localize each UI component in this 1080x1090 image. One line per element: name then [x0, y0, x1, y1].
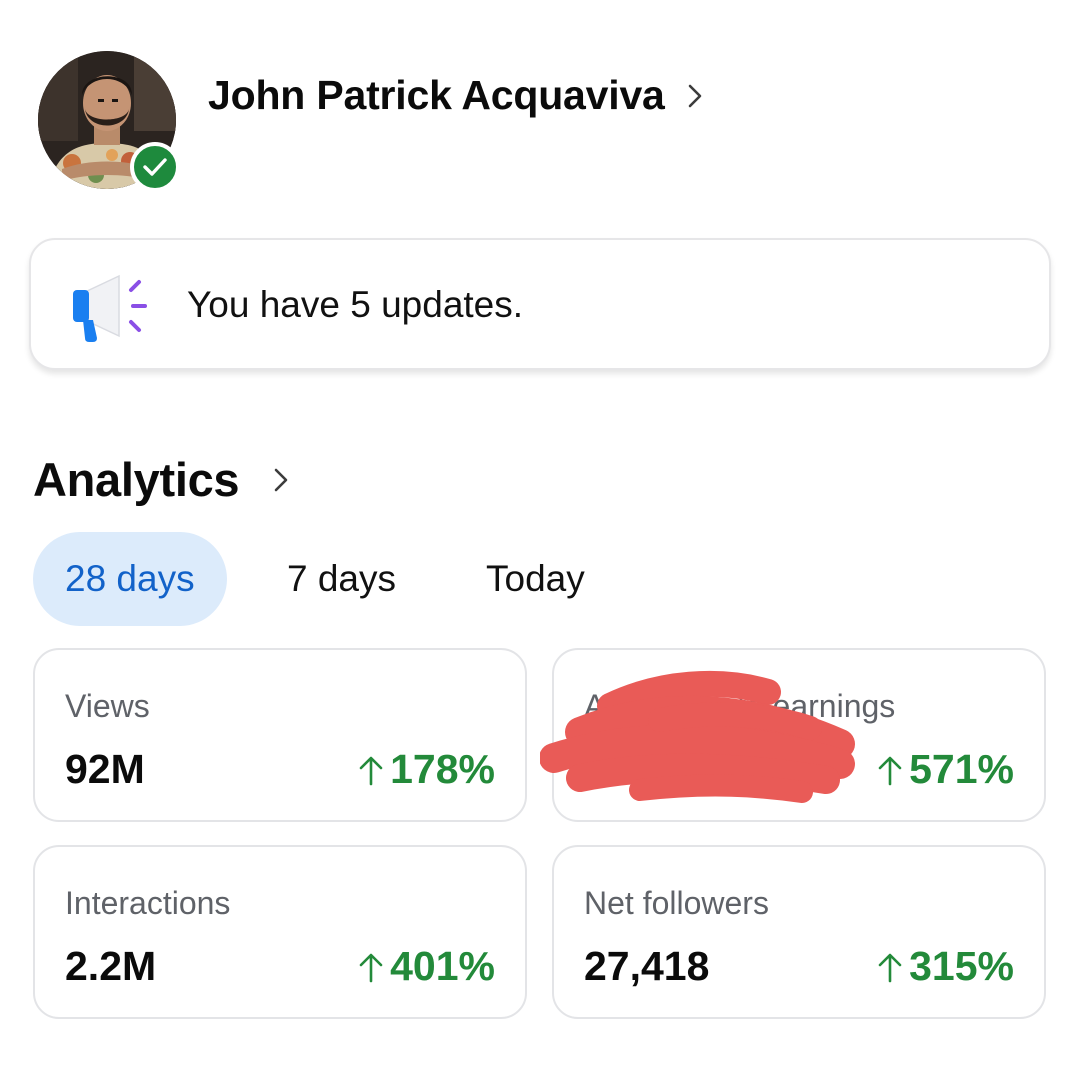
stat-card-interactions[interactable]: Interactions 2.2M 401% [33, 845, 527, 1019]
avatar[interactable] [38, 51, 180, 192]
megaphone-icon [73, 274, 147, 342]
stat-label: Views [65, 688, 150, 724]
stat-change: 315% [877, 943, 1014, 990]
stat-change-value: 178% [390, 746, 495, 792]
arrow-up-icon [359, 756, 383, 785]
stat-card-views[interactable]: Views 92M 178% [33, 648, 527, 822]
updates-text: You have 5 updates. [187, 284, 524, 325]
stat-change-value: 571% [909, 746, 1014, 792]
updates-card[interactable]: You have 5 updates. [29, 238, 1051, 370]
check-icon [143, 158, 167, 176]
stat-change-value: 401% [390, 943, 495, 989]
arrow-up-icon [878, 953, 902, 982]
profile-header: John Patrick Acquaviva [38, 50, 1048, 192]
stat-change: 178% [358, 746, 495, 793]
analytics-title: Analytics [33, 453, 240, 506]
stat-value: 2.2M [65, 943, 157, 989]
stat-value: 27,418 [584, 943, 710, 989]
stat-value: 92M [65, 746, 145, 792]
chevron-right-icon [274, 468, 288, 491]
tab-28-days[interactable]: 28 days [33, 532, 227, 626]
stat-label: Net followers [584, 885, 769, 921]
chevron-right-icon [688, 84, 701, 107]
stat-change: 571% [877, 746, 1014, 793]
tab-today[interactable]: Today [486, 532, 585, 626]
arrow-up-icon [878, 756, 902, 785]
stat-label: Approximate earnings [584, 688, 896, 724]
analytics-header-link[interactable]: Analytics [33, 452, 289, 507]
arrow-up-icon [359, 953, 383, 982]
tab-7-days[interactable]: 7 days [287, 532, 396, 626]
stat-card-net-followers[interactable]: Net followers 27,418 315% [552, 845, 1046, 1019]
profile-name: John Patrick Acquaviva [208, 72, 665, 118]
stat-change: 401% [358, 943, 495, 990]
stat-change-value: 315% [909, 943, 1014, 989]
verified-badge [130, 142, 180, 192]
profile-name-link[interactable]: John Patrick Acquaviva [208, 72, 703, 119]
stat-label: Interactions [65, 885, 231, 921]
stat-card-earnings[interactable]: Approximate earnings 571% [552, 648, 1046, 822]
